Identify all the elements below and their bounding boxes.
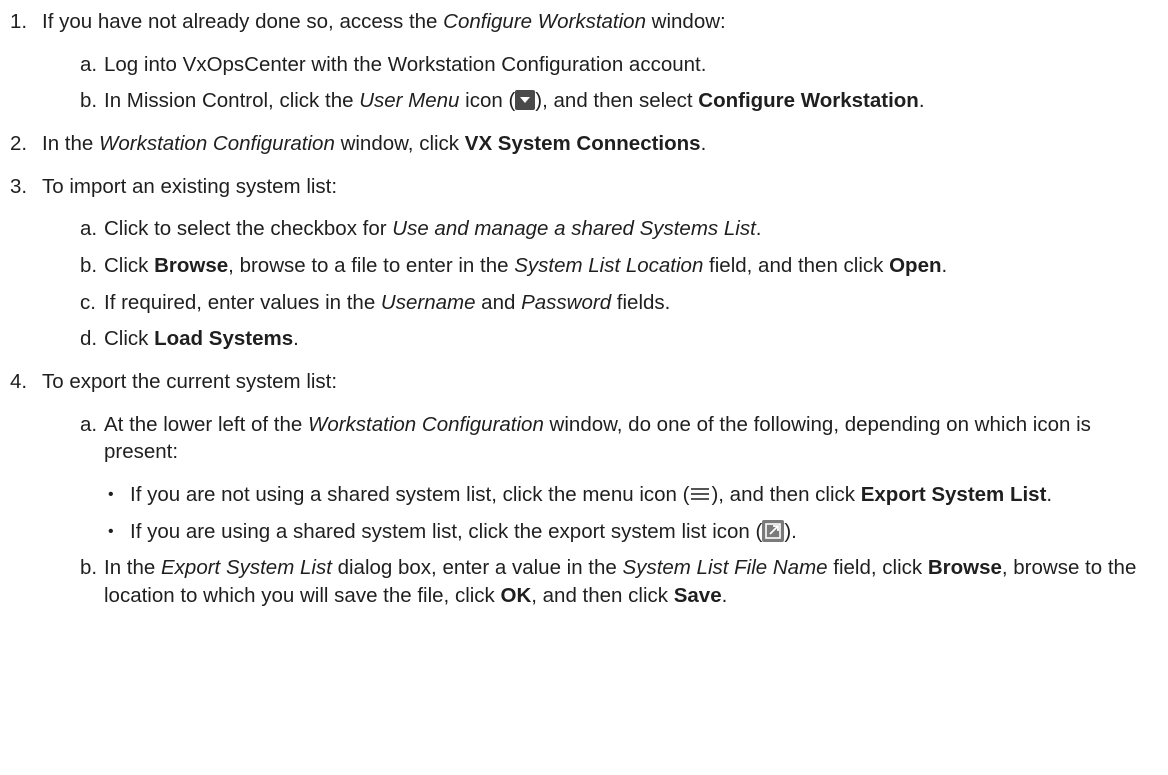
substep-text: Click to select the checkbox for Use and… bbox=[104, 217, 762, 241]
substep-text: In Mission Control, click the User Menu … bbox=[104, 89, 925, 113]
user-menu-dropdown-icon bbox=[515, 90, 536, 111]
ui-term: Use and manage a shared Systems List bbox=[392, 217, 756, 241]
substep-4a: a. At the lower left of the Workstation … bbox=[42, 411, 1164, 546]
substep-letter: b. bbox=[80, 89, 98, 113]
bullet-shared: • If you are using a shared system list,… bbox=[42, 518, 1164, 546]
ui-term: System List File Name bbox=[622, 556, 828, 580]
ui-command: OK bbox=[500, 584, 532, 608]
ui-term: User Menu bbox=[359, 89, 460, 113]
substep-3b: b. Click Browse, browse to a file to ent… bbox=[42, 252, 1164, 280]
step-text: If you have not already done so, access … bbox=[42, 10, 726, 33]
procedure-document: 1. If you have not already done so, acce… bbox=[0, 0, 1164, 610]
ui-term: Password bbox=[521, 290, 612, 314]
substep-letter: a. bbox=[80, 52, 98, 76]
window-name: Workstation Configuration bbox=[307, 412, 544, 436]
step-4: 4. To export the current system list: a.… bbox=[4, 368, 1164, 610]
step-2: 2. In the Workstation Configuration wind… bbox=[4, 130, 1164, 158]
bullet-not-shared: • If you are not using a shared system l… bbox=[42, 481, 1164, 509]
substep-3d: d. Click Load Systems. bbox=[42, 325, 1164, 353]
bullet-dot: • bbox=[108, 522, 114, 540]
window-name: Workstation Configuration bbox=[99, 132, 335, 156]
step-number: 2. bbox=[10, 132, 28, 156]
ui-command: Open bbox=[889, 254, 942, 278]
substep-letter: a. bbox=[80, 412, 98, 436]
step-1: 1. If you have not already done so, acce… bbox=[4, 8, 1164, 115]
ui-command: Export System List bbox=[860, 483, 1047, 507]
step-3: 3. To import an existing system list: a.… bbox=[4, 173, 1164, 353]
export-system-list-icon bbox=[762, 519, 785, 542]
step-number: 4. bbox=[10, 370, 28, 394]
substep-text: Click Load Systems. bbox=[104, 327, 299, 351]
bullet-text: If you are using a shared system list, c… bbox=[130, 519, 797, 543]
substep-letter: b. bbox=[80, 556, 98, 580]
step-text: To export the current system list: bbox=[42, 370, 338, 394]
substep-3a: a. Click to select the checkbox for Use … bbox=[42, 215, 1164, 243]
ui-command: Configure Workstation bbox=[698, 89, 919, 113]
substep-letter: a. bbox=[80, 217, 98, 241]
ui-command: Save bbox=[673, 584, 722, 608]
ui-command: VX System Connections bbox=[464, 132, 701, 156]
ui-term: Username bbox=[380, 290, 476, 314]
substep-1a: a. Log into VxOpsCenter with the Worksta… bbox=[42, 51, 1164, 79]
window-name: Configure Workstation bbox=[443, 10, 646, 33]
substep-1b: b. In Mission Control, click the User Me… bbox=[42, 87, 1164, 115]
substep-3c: c. If required, enter values in the User… bbox=[42, 289, 1164, 317]
step-text: To import an existing system list: bbox=[42, 174, 338, 198]
ui-command: Load Systems bbox=[154, 327, 294, 351]
substep-text: At the lower left of the Workstation Con… bbox=[104, 412, 1091, 464]
bullet-dot: • bbox=[108, 486, 114, 504]
substep-letter: c. bbox=[80, 290, 96, 314]
substep-text: Log into VxOpsCenter with the Workstatio… bbox=[104, 52, 707, 76]
substep-letter: b. bbox=[80, 254, 98, 278]
bullet-text: If you are not using a shared system lis… bbox=[130, 483, 1053, 507]
substep-4b: b. In the Export System List dialog box,… bbox=[42, 554, 1164, 609]
ui-command: Browse bbox=[927, 556, 1002, 580]
ui-term: System List Location bbox=[514, 254, 704, 278]
ui-term: Export System List bbox=[161, 556, 332, 580]
substep-text: If required, enter values in the Usernam… bbox=[104, 290, 671, 314]
step-number: 3. bbox=[10, 174, 28, 198]
substep-letter: d. bbox=[80, 327, 98, 351]
ui-command: Browse bbox=[154, 254, 229, 278]
step-text: In the Workstation Configuration window,… bbox=[42, 132, 707, 156]
hamburger-menu-icon bbox=[689, 484, 711, 504]
substep-text: Click Browse, browse to a file to enter … bbox=[104, 254, 948, 278]
step-number: 1. bbox=[10, 10, 28, 33]
substep-text: In the Export System List dialog box, en… bbox=[104, 556, 1137, 608]
